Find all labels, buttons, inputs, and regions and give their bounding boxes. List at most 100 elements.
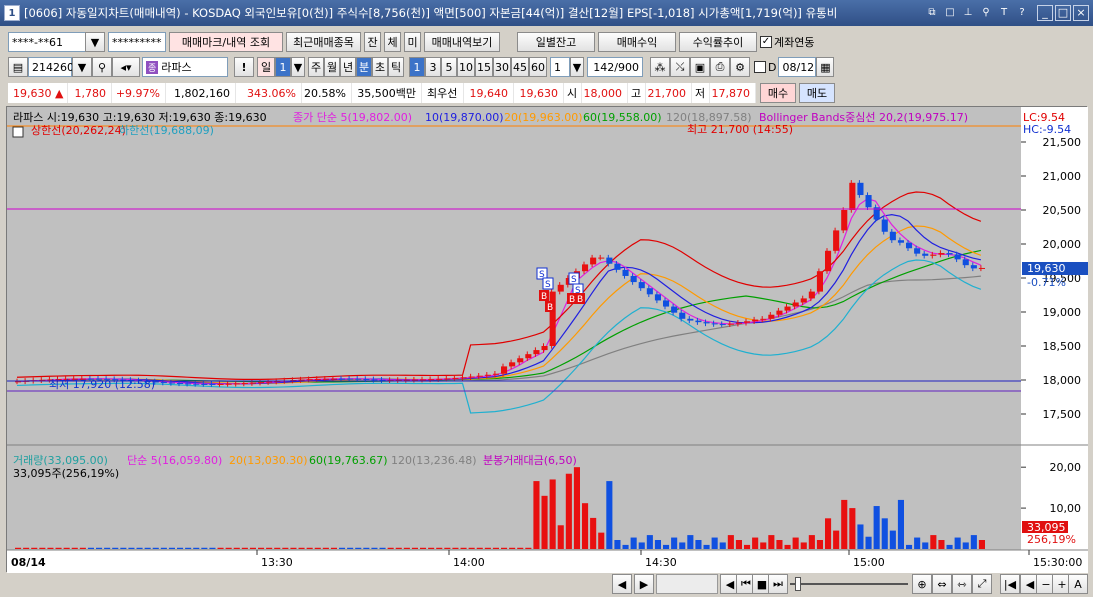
- close-button[interactable]: ×: [1073, 5, 1089, 21]
- last-icon[interactable]: ⏭: [768, 574, 788, 594]
- period-button-월[interactable]: 월: [324, 57, 340, 77]
- tool-icon[interactable]: ⚲: [979, 6, 993, 20]
- period-button-주[interactable]: 주: [308, 57, 324, 77]
- candle-body: [857, 182, 864, 196]
- maximize-button[interactable]: □: [1055, 5, 1071, 21]
- search-icon[interactable]: ⚲: [92, 57, 112, 77]
- period-button-분[interactable]: 분: [356, 57, 372, 77]
- toolbar-account: ****-**61 ▼ ********* 매매마크/내역 조회 최근매매종목 …: [0, 31, 1093, 53]
- price-tick-label: 18,500: [1043, 340, 1082, 353]
- trade-profit-button[interactable]: 매매수익: [598, 32, 676, 52]
- account-input[interactable]: ****-**61: [8, 32, 86, 52]
- volume-bar: [541, 495, 548, 549]
- interval-button-60[interactable]: 60: [529, 57, 547, 77]
- interval-button-3[interactable]: 3: [425, 57, 441, 77]
- d-checkbox[interactable]: [754, 61, 766, 73]
- unfilled-button[interactable]: 미: [404, 32, 421, 52]
- time-axis: 08/14 13:30 14:00 14:30 15:00 15:30:00: [7, 549, 1088, 573]
- profit-trend-button[interactable]: 수익률추이: [679, 32, 757, 52]
- count-dropdown-button[interactable]: ▼: [570, 57, 584, 77]
- buy-button[interactable]: 매수: [760, 83, 796, 103]
- interval-button-30[interactable]: 30: [493, 57, 511, 77]
- interval-button-10[interactable]: 10: [457, 57, 475, 77]
- volume-bar: [63, 547, 70, 549]
- account-link-checkbox[interactable]: ✓ 계좌연동: [760, 34, 814, 50]
- zoom-handle[interactable]: [795, 577, 801, 591]
- high-label: 고: [628, 83, 646, 103]
- candle-body: [598, 257, 605, 259]
- scrollbar[interactable]: [656, 574, 718, 594]
- sound-icon[interactable]: ◂▾: [112, 57, 140, 77]
- window-icon[interactable]: □: [943, 6, 957, 20]
- zoom-fit-icon[interactable]: ⇔: [932, 574, 952, 594]
- interval-button-45[interactable]: 45: [511, 57, 529, 77]
- zoom-slider[interactable]: [790, 583, 908, 585]
- daily-balance-button[interactable]: 일별잔고: [517, 32, 595, 52]
- layout-icon[interactable]: ▤: [8, 57, 28, 77]
- code-dropdown-button[interactable]: ▼: [72, 57, 92, 77]
- d-label: D: [768, 60, 777, 74]
- indicator-icon[interactable]: ⁂: [650, 57, 670, 77]
- price-tick-label: 18,000: [1043, 374, 1082, 387]
- period-num-select[interactable]: 1: [275, 57, 291, 77]
- volume-bar: [193, 547, 200, 549]
- draw-tool-icon[interactable]: ⤯: [670, 57, 690, 77]
- alert-button[interactable]: !: [234, 57, 254, 77]
- volume-bar: [638, 542, 645, 549]
- volume-bar: [330, 547, 337, 549]
- count-select[interactable]: 1: [550, 57, 570, 77]
- scroll-left-icon[interactable]: ◀: [612, 574, 632, 594]
- period-button-초[interactable]: 초: [372, 57, 388, 77]
- interval-button-5[interactable]: 5: [441, 57, 457, 77]
- volume-sub: 33,095주(256,19%): [13, 467, 119, 480]
- date-input[interactable]: 08/12: [778, 57, 817, 77]
- sell-button[interactable]: 매도: [799, 83, 835, 103]
- volume-bar: [136, 547, 143, 549]
- volume-bar: [420, 547, 427, 549]
- period-dropdown-button[interactable]: ▼: [291, 57, 305, 77]
- chart-area[interactable]: SSSSBBBB 21,500 21,000 20,500 20,000 19,500 1…: [6, 106, 1088, 573]
- legend-price: 라파스 시:19,630 고:19,630 저:19,630 종:19,630: [13, 111, 267, 124]
- text-icon[interactable]: T: [997, 6, 1011, 20]
- recent-trades-button[interactable]: 최근매매종목: [286, 32, 361, 52]
- stock-code-input[interactable]: 214260: [28, 57, 74, 77]
- scroll-right-icon[interactable]: ▶: [634, 574, 654, 594]
- mark-query-button[interactable]: 매매마크/내역 조회: [169, 32, 283, 52]
- period-button-년[interactable]: 년: [340, 57, 356, 77]
- account-dropdown-button[interactable]: ▼: [85, 32, 105, 52]
- candle-body: [339, 378, 346, 380]
- bar-count-field[interactable]: 142/900: [587, 57, 643, 77]
- pin-icon[interactable]: ⊥: [961, 6, 975, 20]
- chevron-down-icon: ▼: [293, 60, 303, 74]
- interval-button-1[interactable]: 1: [409, 57, 425, 77]
- password-input[interactable]: *********: [108, 32, 166, 52]
- chevron-down-icon: ▼: [77, 60, 87, 74]
- volume-bar: [533, 481, 540, 549]
- volume-bar: [922, 542, 929, 549]
- period-daily-button[interactable]: 일: [257, 57, 275, 77]
- zoom-expand-icon[interactable]: ⇿: [952, 574, 972, 594]
- period-button-틱[interactable]: 틱: [388, 57, 404, 77]
- link-icon[interactable]: ⧉: [925, 6, 939, 20]
- help-icon[interactable]: ?: [1015, 6, 1029, 20]
- grid-toggle-icon[interactable]: [12, 126, 24, 138]
- volume-bar: [152, 547, 159, 549]
- filled-button[interactable]: 체: [384, 32, 401, 52]
- save-icon[interactable]: ▣: [690, 57, 710, 77]
- scale-icon[interactable]: ⤢: [972, 574, 992, 594]
- candle-body: [533, 350, 540, 355]
- print-icon[interactable]: ⎙: [710, 57, 730, 77]
- interval-button-15[interactable]: 15: [475, 57, 493, 77]
- candle-body: [557, 284, 564, 292]
- auto-icon[interactable]: A: [1068, 574, 1088, 594]
- minimize-button[interactable]: _: [1037, 5, 1053, 21]
- trade-history-button[interactable]: 매매내역보기: [424, 32, 500, 52]
- calendar-icon[interactable]: ▦: [816, 57, 835, 77]
- balance-button[interactable]: 잔: [364, 32, 381, 52]
- zoom-in-icon[interactable]: ⊕: [912, 574, 932, 594]
- candle-body: [484, 374, 491, 376]
- stock-name-field[interactable]: 종 라파스: [142, 57, 228, 77]
- scroll-bar-left-icon[interactable]: |◀: [1000, 574, 1020, 594]
- time-tick-label: 14:30: [645, 556, 677, 569]
- gear-icon[interactable]: ⚙: [730, 57, 750, 77]
